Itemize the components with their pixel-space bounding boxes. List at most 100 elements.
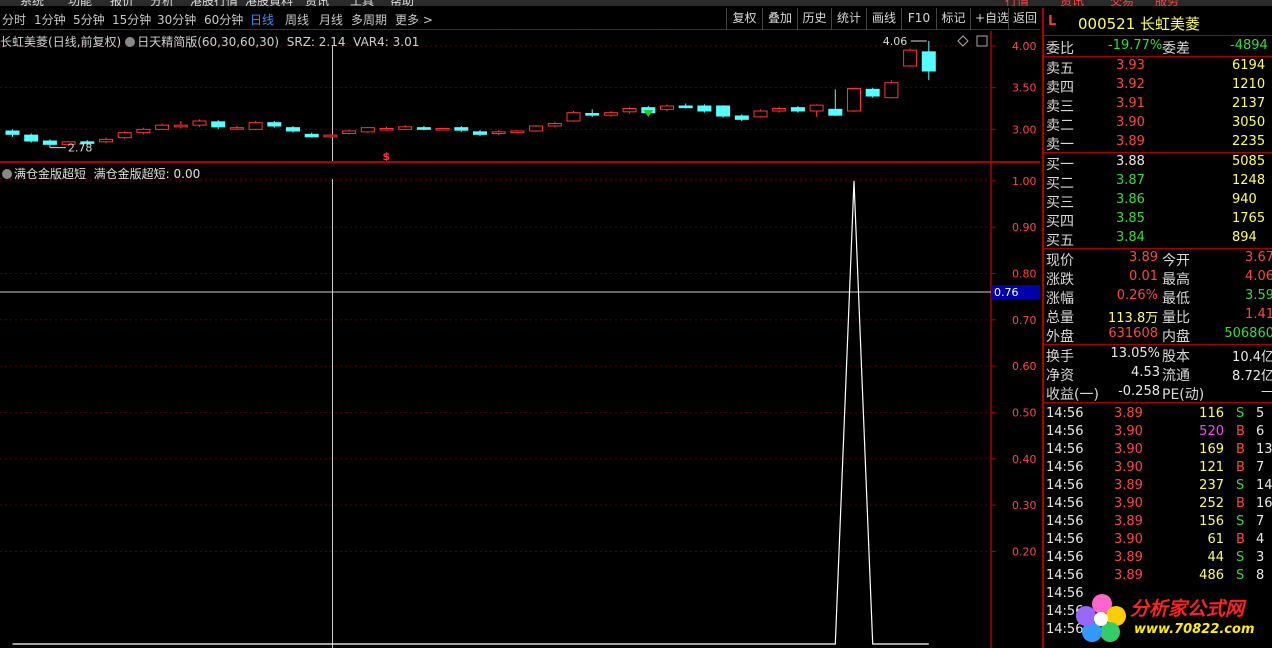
tick-row: 14:56 3.89 44 S 3 xyxy=(1044,549,1272,567)
period-tab-8[interactable]: 月线 xyxy=(319,11,343,28)
candle-body xyxy=(566,112,581,122)
period-tab-10[interactable]: 更多 > xyxy=(395,11,433,28)
stat-label: 今开 xyxy=(1162,253,1190,269)
kline-chart[interactable]: 4.00 3.50 3.00 4.06 2.78 $ 长虹美菱(日线,前复权) 日天精简版(… xyxy=(0,31,1040,161)
menu-item-2[interactable]: 报价 xyxy=(110,0,134,6)
indicator-toggle-icon[interactable] xyxy=(2,169,12,179)
tick-volume: 520 xyxy=(1199,424,1224,439)
tick-count: 6 xyxy=(1256,424,1265,439)
period-tab-3[interactable]: 15分钟 xyxy=(112,11,151,28)
menu-item-8[interactable]: 帮助 xyxy=(390,0,414,6)
toolbar-button-7[interactable]: +自选 xyxy=(970,8,1009,30)
menu-right-item-0[interactable]: 行情 xyxy=(1005,0,1029,6)
menu-item-3[interactable]: 分析 xyxy=(150,0,174,6)
candle-body xyxy=(360,127,375,133)
ask-volume: 3050 xyxy=(1232,115,1266,130)
indicator-chart[interactable]: 1.00 0.90 0.80 0.70 0.60 0.50 0.40 0.30 0.20 0.76… xyxy=(0,163,1040,648)
tick-count: 13 xyxy=(1256,442,1272,457)
stat-label: 现价 xyxy=(1046,253,1074,269)
candle-body xyxy=(435,128,450,131)
weicha-label: 委差 xyxy=(1162,41,1190,57)
fund-label: PE(动) xyxy=(1162,387,1205,403)
bid-label: 买三 xyxy=(1046,195,1074,211)
toolbar-button-8[interactable]: 返回 xyxy=(1008,8,1040,30)
indicator-title[interactable]: 满仓金版超短 xyxy=(14,167,86,181)
menu-item-6[interactable]: 资讯 xyxy=(305,0,329,6)
stat-label: 最高 xyxy=(1162,272,1190,288)
toolbar-button-6[interactable]: 标记 xyxy=(936,8,970,30)
maximize-icon[interactable] xyxy=(976,35,988,47)
diamond-icon[interactable] xyxy=(957,35,969,47)
buy-signal-marker: $ xyxy=(383,150,391,161)
menu-right-item-2[interactable]: 交易 xyxy=(1110,0,1134,6)
ask-volume: 1210 xyxy=(1232,77,1266,92)
stat-label: 内盘 xyxy=(1162,329,1190,345)
period-tab-7[interactable]: 周线 xyxy=(285,11,309,28)
candle-body xyxy=(678,105,693,109)
ask-volume: 2235 xyxy=(1232,134,1266,149)
stock-code-name[interactable]: 000521 长虹美菱 xyxy=(1078,13,1200,34)
menu-item-7[interactable]: 工具 xyxy=(350,0,374,6)
cursor-value-label: 0.76 xyxy=(994,286,1019,299)
stat-label: 外盘 xyxy=(1046,329,1074,345)
bid-row: 买三 3.86 940 xyxy=(1044,191,1272,211)
bid-price: 3.84 xyxy=(1116,230,1145,245)
toolbar-button-5[interactable]: F10 xyxy=(901,8,936,30)
candle-body xyxy=(603,112,618,116)
quote-panel: L 000521 长虹美菱 委比 -19.77% 委差 -4894 卖五 3.93 6194… xyxy=(1042,8,1272,648)
menu-item-4[interactable]: 港股行情 xyxy=(190,0,238,6)
tick-row: 14:56 3.90 169 B 13 xyxy=(1044,441,1272,459)
tick-time: 14:56 xyxy=(1046,442,1084,457)
toolbar-button-2[interactable]: 历史 xyxy=(797,8,831,30)
indicator-svg[interactable]: 1.00 0.90 0.80 0.70 0.60 0.50 0.40 0.30 0.20 0.76 xyxy=(0,163,1040,648)
period-tab-9[interactable]: 多周期 xyxy=(351,11,387,28)
tick-row: 14:56 3.90 520 B 6 xyxy=(1044,423,1272,441)
period-tab-5[interactable]: 60分钟 xyxy=(204,11,243,28)
bid-volume: 940 xyxy=(1232,192,1257,207)
watermark-text: 分析家公式网 xyxy=(1130,598,1245,620)
indicator-toggle-icon[interactable] xyxy=(125,37,136,47)
fund-label: 换手 xyxy=(1046,349,1074,365)
menu-item-5[interactable]: 港股資料 xyxy=(245,0,293,6)
tick-price: 3.89 xyxy=(1114,478,1143,493)
tick-row: 14:56 3.90 252 B 16 xyxy=(1044,495,1272,513)
tick-time: 14:56 xyxy=(1046,550,1084,565)
tick-side: B xyxy=(1236,442,1245,457)
period-tab-0[interactable]: 分时 xyxy=(2,11,26,28)
candle-body xyxy=(136,128,151,134)
menu-right-item-3[interactable]: 服务 xyxy=(1155,0,1179,6)
indicator-value: 满仓金版超短: 0.00 xyxy=(93,167,201,181)
adjust-mode-label: (日线,前复权) xyxy=(48,35,122,49)
menu-item-1[interactable]: 功能 xyxy=(68,0,92,6)
tick-side: B xyxy=(1236,496,1245,511)
bid-volume: 894 xyxy=(1232,230,1257,245)
period-tab-4[interactable]: 30分钟 xyxy=(157,11,196,28)
candle-body xyxy=(753,110,768,118)
tick-volume: 44 xyxy=(1207,550,1224,565)
ask-label: 卖五 xyxy=(1046,61,1074,77)
fund-label: 收益(一) xyxy=(1046,387,1099,403)
stat-value: 1.41 xyxy=(1245,307,1272,322)
indicator-name-label[interactable]: 日天精简版(60,30,60,30) xyxy=(137,35,279,49)
fund-label: 流通 xyxy=(1162,368,1190,384)
period-tab-1[interactable]: 1分钟 xyxy=(34,11,66,28)
indicator-tick-label: 0.60 xyxy=(1012,360,1037,373)
bid-label: 买四 xyxy=(1046,214,1074,230)
candle-body xyxy=(903,49,918,67)
stat-value: 3.67 xyxy=(1245,250,1272,265)
period-tab-2[interactable]: 5分钟 xyxy=(73,11,105,28)
toolbar-button-0[interactable]: 复权 xyxy=(726,8,762,30)
toolbar-button-1[interactable]: 叠加 xyxy=(762,8,797,30)
toolbar-button-4[interactable]: 画线 xyxy=(866,8,901,30)
tick-price: 3.89 xyxy=(1114,550,1143,565)
tick-row: 14:56 3.89 237 S 14 xyxy=(1044,477,1272,495)
indicator-tick-label: 0.80 xyxy=(1012,268,1037,281)
menu-item-0[interactable]: 系统 xyxy=(20,0,44,6)
candle-body xyxy=(192,120,207,126)
stat-value: 631608 xyxy=(1108,326,1158,341)
menu-right-item-1[interactable]: 资讯 xyxy=(1060,0,1084,6)
kline-svg[interactable]: 4.00 3.50 3.00 4.06 2.78 $ xyxy=(0,31,1040,161)
period-tab-6[interactable]: 日线 xyxy=(250,11,274,28)
tick-side: S xyxy=(1236,514,1245,529)
toolbar-button-3[interactable]: 统计 xyxy=(831,8,866,30)
